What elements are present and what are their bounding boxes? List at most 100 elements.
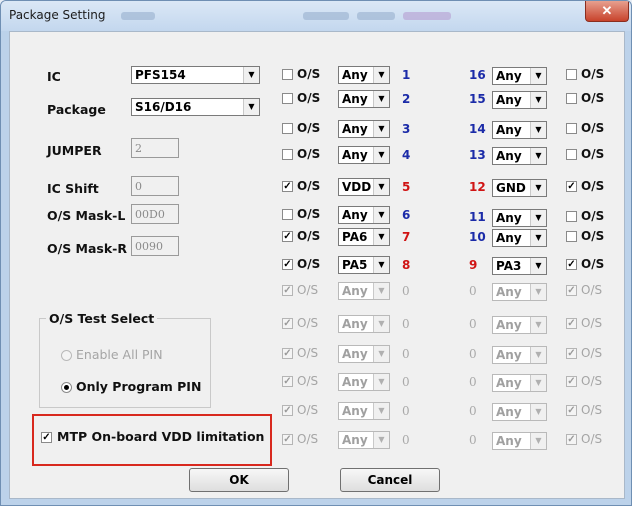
- pin-mode-value: PA3: [496, 259, 522, 273]
- pin-mode-select-left[interactable]: Any ▼: [338, 206, 390, 224]
- os-checkbox-right[interactable]: ✓: [566, 181, 577, 192]
- os-label: O/S: [581, 179, 605, 193]
- mtp-checkbox[interactable]: ✓: [41, 432, 52, 443]
- pin-mode-value: Any: [496, 93, 522, 107]
- os-checkbox-left[interactable]: [282, 93, 293, 104]
- os-checkbox-right[interactable]: ✓: [566, 376, 577, 387]
- pin-mode-select-right[interactable]: Any ▼: [492, 346, 547, 364]
- pin-mode-select-left[interactable]: Any ▼: [338, 66, 390, 84]
- enable-all-pin-radio[interactable]: [61, 350, 72, 361]
- os-checkbox-left[interactable]: ✓: [282, 231, 293, 242]
- os-checkbox-right[interactable]: ✓: [566, 318, 577, 329]
- os-checkbox-left[interactable]: ✓: [282, 318, 293, 329]
- pin-mode-select-left[interactable]: Any ▼: [338, 90, 390, 108]
- os-checkbox-right[interactable]: [566, 93, 577, 104]
- os-checkbox-right[interactable]: [566, 123, 577, 134]
- os-label: O/S: [297, 67, 321, 81]
- close-button[interactable]: ✕: [585, 1, 629, 22]
- blurred-title-region: [303, 12, 349, 20]
- ic-shift-field: 0: [131, 176, 179, 196]
- pin-mode-value: Any: [342, 347, 368, 361]
- chevron-down-icon: ▼: [373, 67, 389, 83]
- os-checkbox-right[interactable]: [566, 149, 577, 160]
- mask-r-value: 0090: [135, 240, 163, 253]
- chevron-down-icon: ▼: [530, 404, 546, 420]
- os-checkbox-left[interactable]: ✓: [282, 434, 293, 445]
- os-checkbox-right[interactable]: ✓: [566, 348, 577, 359]
- os-checkbox-right[interactable]: [566, 69, 577, 80]
- pin-mode-value: VDD: [342, 180, 372, 194]
- pin-mode-select-left[interactable]: Any ▼: [338, 146, 390, 164]
- pin-mode-select-left[interactable]: Any ▼: [338, 120, 390, 138]
- chevron-down-icon: ▼: [373, 121, 389, 137]
- pin-mode-select-right[interactable]: Any ▼: [492, 229, 547, 247]
- os-checkbox-left[interactable]: ✓: [282, 285, 293, 296]
- mtp-label: MTP On-board VDD limitation: [57, 429, 265, 444]
- os-checkbox-right[interactable]: ✓: [566, 259, 577, 270]
- cancel-button[interactable]: Cancel: [340, 468, 440, 492]
- package-label: Package: [47, 102, 106, 117]
- pin-mode-select-left[interactable]: Any ▼: [338, 402, 390, 420]
- pin-mode-select-right[interactable]: Any ▼: [492, 121, 547, 139]
- pin-mode-select-left[interactable]: Any ▼: [338, 431, 390, 449]
- pin-mode-value: Any: [496, 405, 522, 419]
- pin-mode-select-right[interactable]: Any ▼: [492, 91, 547, 109]
- os-label: O/S: [297, 207, 321, 221]
- os-label: O/S: [297, 346, 319, 360]
- only-program-pin-radio[interactable]: [61, 382, 72, 393]
- pin-mode-value: Any: [496, 318, 522, 332]
- pin-mode-value: Any: [496, 69, 522, 83]
- pin-mode-select-right[interactable]: Any ▼: [492, 432, 547, 450]
- os-checkbox-left[interactable]: [282, 69, 293, 80]
- jumper-label: JUMPER: [47, 143, 102, 158]
- chevron-down-icon: ▼: [373, 91, 389, 107]
- pin-mode-select-left[interactable]: VDD ▼: [338, 178, 390, 196]
- os-checkbox-left[interactable]: ✓: [282, 348, 293, 359]
- pin-mode-select-left[interactable]: PA6 ▼: [338, 228, 390, 246]
- pin-mode-select-right[interactable]: Any ▼: [492, 283, 547, 301]
- os-checkbox-right[interactable]: ✓: [566, 434, 577, 445]
- os-checkbox-right[interactable]: ✓: [566, 405, 577, 416]
- pin-number-right: 11: [469, 210, 486, 224]
- pin-mode-select-left[interactable]: Any ▼: [338, 345, 390, 363]
- pin-mode-select-right[interactable]: Any ▼: [492, 374, 547, 392]
- os-checkbox-left[interactable]: ✓: [282, 181, 293, 192]
- pin-number-left: 6: [402, 208, 411, 222]
- os-checkbox-left[interactable]: [282, 123, 293, 134]
- os-label: O/S: [581, 316, 603, 330]
- ic-select[interactable]: PFS154 ▼: [131, 66, 260, 84]
- pin-mode-select-right[interactable]: Any ▼: [492, 209, 547, 227]
- pin-mode-select-left[interactable]: Any ▼: [338, 282, 390, 300]
- only-program-pin-label: Only Program PIN: [76, 379, 202, 394]
- pin-mode-select-left[interactable]: Any ▼: [338, 373, 390, 391]
- pin-mode-select-right[interactable]: GND ▼: [492, 179, 547, 197]
- os-label: O/S: [297, 403, 319, 417]
- pin-mode-select-left[interactable]: PA5 ▼: [338, 256, 390, 274]
- os-checkbox-right[interactable]: [566, 211, 577, 222]
- os-checkbox-right[interactable]: [566, 231, 577, 242]
- os-label: O/S: [581, 403, 603, 417]
- pin-mode-select-right[interactable]: PA3 ▼: [492, 257, 547, 275]
- pin-mode-value: Any: [496, 123, 522, 137]
- pin-mode-select-right[interactable]: Any ▼: [492, 147, 547, 165]
- title-bar[interactable]: Package Setting ✕: [1, 1, 631, 31]
- os-checkbox-left[interactable]: [282, 149, 293, 160]
- os-checkbox-left[interactable]: [282, 209, 293, 220]
- os-label: O/S: [297, 121, 321, 135]
- pin-mode-select-right[interactable]: Any ▼: [492, 403, 547, 421]
- pin-number-left: 8: [402, 258, 411, 272]
- os-checkbox-right[interactable]: ✓: [566, 285, 577, 296]
- os-checkbox-left[interactable]: ✓: [282, 405, 293, 416]
- pin-number-right: 13: [469, 148, 486, 162]
- os-checkbox-left[interactable]: ✓: [282, 259, 293, 270]
- pin-mode-select-right[interactable]: Any ▼: [492, 316, 547, 334]
- ok-button[interactable]: OK: [189, 468, 289, 492]
- package-select[interactable]: S16/D16 ▼: [131, 98, 260, 116]
- os-checkbox-left[interactable]: ✓: [282, 376, 293, 387]
- os-label: O/S: [581, 121, 605, 135]
- pin-mode-value: PA5: [342, 258, 368, 272]
- pin-mode-select-right[interactable]: Any ▼: [492, 67, 547, 85]
- mask-r-field: 0090: [131, 236, 179, 256]
- os-label: O/S: [297, 432, 319, 446]
- pin-mode-select-left[interactable]: Any ▼: [338, 315, 390, 333]
